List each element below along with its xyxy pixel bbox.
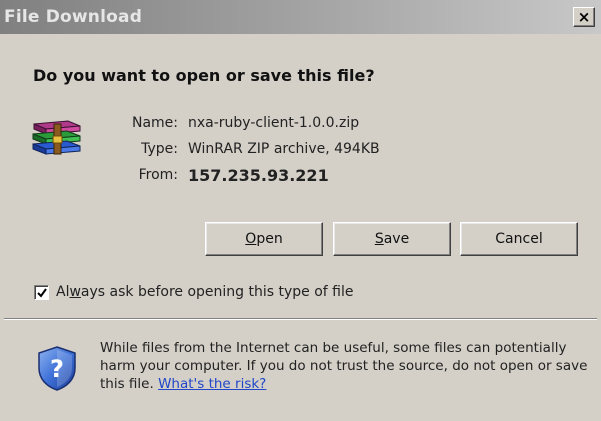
cancel-label: Cancel: [495, 231, 543, 247]
title-bar[interactable]: File Download ×: [0, 0, 601, 34]
close-button[interactable]: ×: [573, 7, 595, 27]
file-type-value: WinRAR ZIP archive, 494KB: [188, 141, 380, 157]
window-title: File Download: [4, 7, 143, 27]
file-source-label: From:: [138, 167, 178, 183]
file-source-row: From: 157.235.93.221: [0, 166, 601, 189]
save-label: ave: [383, 231, 410, 247]
file-name-label: Name:: [131, 115, 178, 131]
file-source-value: 157.235.93.221: [188, 166, 329, 185]
always-ask-checkbox[interactable]: [34, 285, 49, 300]
checkmark-icon: [37, 288, 47, 298]
security-warning: While files from the Internet can be use…: [100, 339, 588, 393]
open-label: pen: [256, 231, 283, 247]
save-mnemonic: S: [374, 231, 384, 247]
prompt-question: Do you want to open or save this file?: [33, 66, 375, 85]
file-name-value: nxa-ruby-client-1.0.0.zip: [188, 115, 360, 131]
separator: [4, 318, 597, 320]
open-mnemonic: O: [245, 231, 257, 247]
open-button[interactable]: Open: [205, 222, 323, 256]
close-icon: ×: [577, 8, 591, 26]
whats-the-risk-link[interactable]: What's the risk?: [158, 376, 266, 392]
file-download-dialog: File Download × Do you want to open or s…: [0, 0, 601, 421]
security-shield-icon: ?: [38, 346, 76, 391]
svg-text:?: ?: [50, 355, 64, 383]
file-type-label: Type:: [141, 141, 178, 157]
cancel-button[interactable]: Cancel: [460, 222, 578, 256]
file-type-row: Type: WinRAR ZIP archive, 494KB: [0, 141, 601, 163]
file-name-row: Name: nxa-ruby-client-1.0.0.zip: [0, 115, 601, 137]
save-button[interactable]: Save: [333, 222, 451, 256]
always-ask-label: Always ask before opening this type of f…: [56, 284, 354, 300]
